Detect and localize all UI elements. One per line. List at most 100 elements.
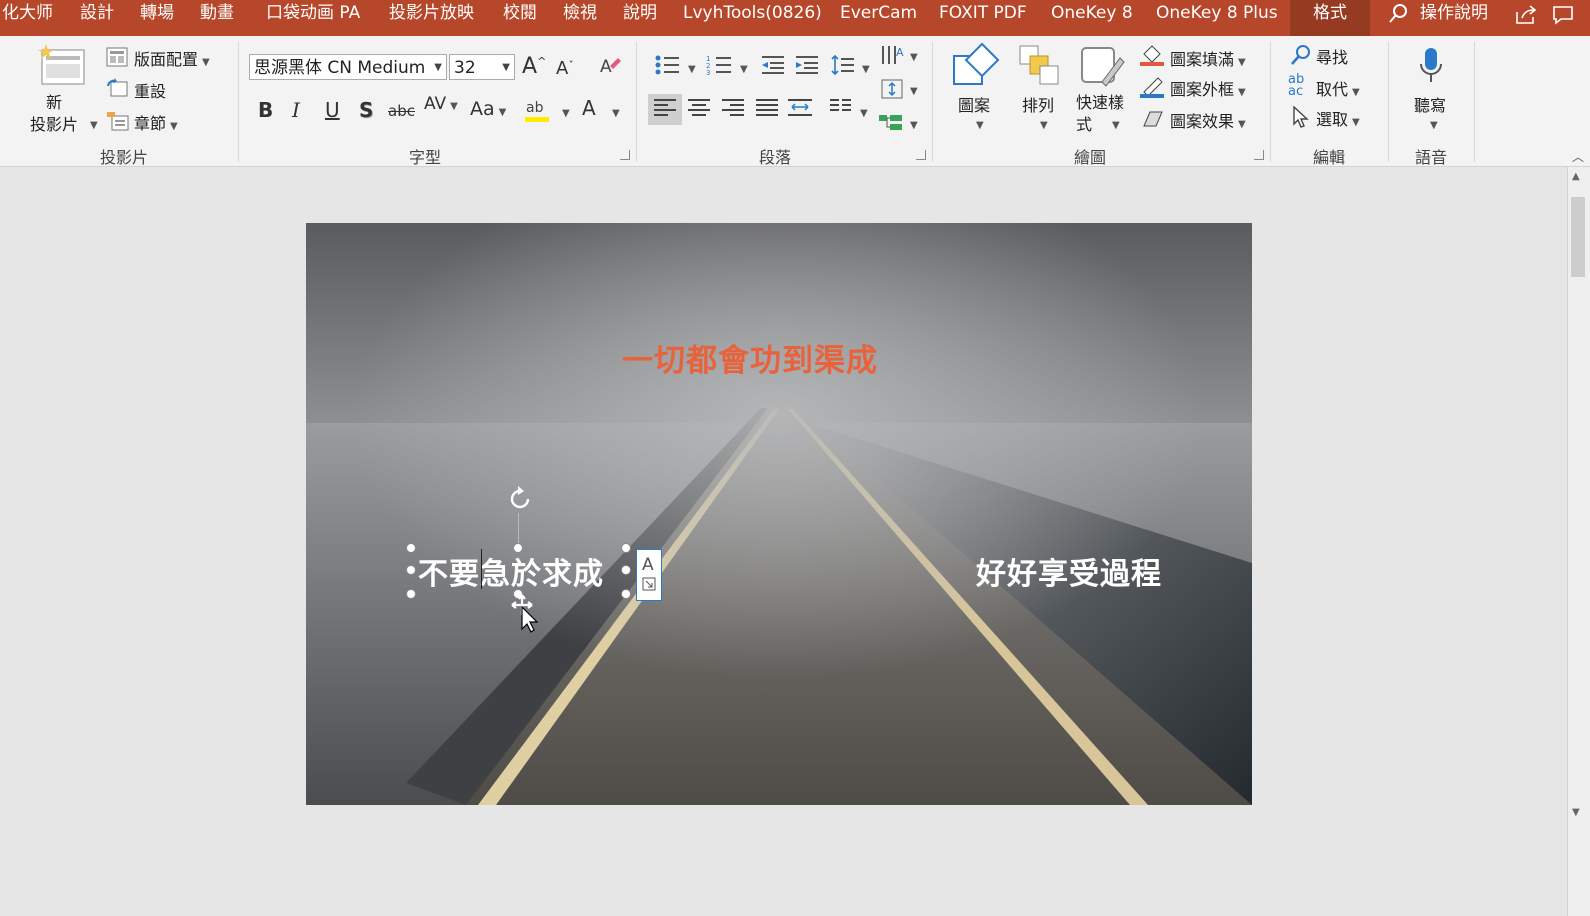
autofit-options-button[interactable]: A	[636, 549, 662, 601]
resize-handle[interactable]	[406, 543, 416, 553]
resize-handle[interactable]	[621, 543, 631, 553]
justify-icon[interactable]	[756, 98, 778, 121]
decrease-font-size-icon[interactable]: Aˇ	[556, 60, 574, 78]
increase-indent-icon[interactable]	[794, 54, 820, 79]
replace-button[interactable]: 取代 ▼	[1316, 76, 1360, 100]
shapes-button[interactable]: 圖案	[958, 92, 990, 116]
reset-icon	[106, 78, 128, 101]
new-slide-button[interactable]: 新 投影片	[30, 92, 78, 136]
highlight-icon[interactable]: ab	[524, 96, 554, 127]
shapes-icon[interactable]	[952, 42, 1000, 94]
chevron-down-icon[interactable]: ▼	[910, 120, 918, 131]
tab-slideshow[interactable]: 投影片放映	[389, 0, 474, 36]
resize-handle[interactable]	[621, 565, 631, 575]
tab-review[interactable]: 校閱	[503, 0, 537, 36]
font-name-combobox[interactable]: 思源黑体 CN Medium ▼	[249, 54, 447, 80]
chevron-down-icon[interactable]: ▼	[688, 64, 696, 75]
chevron-down-icon[interactable]: ▼	[862, 64, 870, 75]
section-button[interactable]: 章節 ▼	[134, 110, 178, 134]
layout-button[interactable]: 版面配置 ▼	[134, 46, 210, 70]
scroll-down-icon[interactable]: ▼	[1572, 807, 1580, 818]
line-spacing-icon[interactable]	[830, 54, 856, 79]
italic-icon[interactable]: I	[292, 100, 300, 120]
tab-onekey8[interactable]: OneKey 8	[1051, 0, 1133, 36]
change-case-icon[interactable]: Aa ▼	[470, 100, 506, 119]
drawing-dialog-launcher-icon[interactable]	[1254, 150, 1264, 160]
shape-fill-button[interactable]: 圖案填滿 ▼	[1170, 46, 1246, 70]
rotate-handle-icon[interactable]	[506, 485, 534, 513]
distributed-icon[interactable]	[788, 98, 812, 121]
reset-button[interactable]: 重設	[134, 78, 166, 102]
chevron-down-icon[interactable]: ▼	[910, 52, 918, 63]
font-color-icon[interactable]: A	[582, 98, 596, 118]
bold-icon[interactable]: B	[258, 100, 273, 120]
chevron-down-icon[interactable]: ▼	[910, 86, 918, 97]
tell-me-search[interactable]: 操作說明	[1420, 0, 1488, 36]
tab-design[interactable]: 設計	[80, 0, 114, 36]
tab-transitions[interactable]: 轉場	[140, 0, 174, 36]
shape-effects-button[interactable]: 圖案效果 ▼	[1170, 108, 1246, 132]
resize-handle[interactable]	[406, 565, 416, 575]
font-dialog-launcher-icon[interactable]	[620, 150, 630, 160]
chevron-down-icon[interactable]: ▼	[612, 108, 620, 119]
arrange-button[interactable]: 排列	[1022, 92, 1054, 116]
text-direction-icon[interactable]: A	[880, 44, 906, 69]
numbering-icon[interactable]: 123	[706, 54, 732, 79]
tab-foxit-pdf[interactable]: FOXIT PDF	[939, 0, 1027, 36]
tab-view[interactable]: 檢視	[563, 0, 597, 36]
columns-icon[interactable]	[830, 98, 852, 121]
underline-icon[interactable]: U	[325, 100, 340, 120]
scroll-up-icon[interactable]: ▲	[1572, 171, 1580, 182]
vertical-scrollbar[interactable]: ▲ ▼	[1567, 167, 1590, 916]
tab-huadashi[interactable]: 化大师	[2, 0, 53, 36]
tab-onekey8plus[interactable]: OneKey 8 Plus	[1156, 0, 1278, 36]
tab-pocket-animation[interactable]: 口袋动画 PA	[266, 0, 360, 36]
text-box-right[interactable]: 好好享受過程	[976, 549, 1162, 593]
dictate-button[interactable]: 聽寫	[1414, 92, 1446, 116]
collapse-ribbon-icon[interactable]: ︿	[1572, 148, 1584, 165]
scroll-thumb[interactable]	[1571, 197, 1585, 277]
resize-handle[interactable]	[513, 543, 523, 553]
increase-font-size-icon[interactable]: A^	[522, 56, 546, 78]
comments-icon[interactable]	[1552, 4, 1574, 30]
resize-handle[interactable]	[621, 589, 631, 599]
tab-animations[interactable]: 動畫	[200, 0, 234, 36]
paragraph-dialog-launcher-icon[interactable]	[916, 150, 926, 160]
tab-lvyhtools[interactable]: LvyhTools(0826)	[683, 0, 822, 36]
tab-help[interactable]: 說明	[623, 0, 657, 36]
chevron-down-icon[interactable]: ▼	[1040, 120, 1048, 131]
align-left-icon[interactable]	[648, 94, 682, 125]
microphone-icon[interactable]	[1418, 46, 1444, 90]
tab-evercam[interactable]: EverCam	[840, 0, 917, 36]
quick-styles-icon[interactable]	[1080, 44, 1126, 94]
share-icon[interactable]	[1514, 4, 1538, 30]
align-text-icon[interactable]	[880, 78, 906, 103]
tab-format[interactable]: 格式	[1290, 0, 1370, 36]
chevron-down-icon[interactable]: ▼	[562, 108, 570, 119]
chevron-down-icon[interactable]: ▼	[1112, 120, 1120, 131]
chevron-down-icon[interactable]: ▼	[860, 108, 868, 119]
search-icon[interactable]	[1388, 2, 1410, 28]
align-center-icon[interactable]	[688, 98, 710, 121]
shape-outline-button[interactable]: 圖案外框 ▼	[1170, 76, 1246, 100]
clear-formatting-icon[interactable]: A	[598, 54, 622, 81]
slide-title[interactable]: 一切都會功到渠成	[622, 335, 878, 380]
chevron-down-icon[interactable]: ▼	[90, 120, 98, 131]
slide[interactable]: 一切都會功到渠成 不要急於求成 好好享受過程 A	[306, 223, 1252, 805]
new-slide-icon[interactable]	[38, 42, 88, 92]
chevron-down-icon[interactable]: ▼	[1430, 120, 1438, 131]
bullets-icon[interactable]	[654, 54, 680, 79]
character-spacing-icon[interactable]: AV ▼	[424, 96, 458, 113]
chevron-down-icon[interactable]: ▼	[740, 64, 748, 75]
chevron-down-icon[interactable]: ▼	[976, 120, 984, 131]
smartart-icon[interactable]	[878, 112, 904, 137]
decrease-indent-icon[interactable]	[760, 54, 786, 79]
find-button[interactable]: 尋找	[1316, 44, 1348, 68]
select-button[interactable]: 選取 ▼	[1316, 106, 1360, 130]
resize-handle[interactable]	[406, 589, 416, 599]
arrange-icon[interactable]	[1018, 44, 1062, 92]
font-size-combobox[interactable]: 32 ▼	[449, 54, 515, 80]
text-shadow-icon[interactable]: S	[359, 100, 373, 120]
strikethrough-icon[interactable]: abc	[388, 104, 415, 119]
align-right-icon[interactable]	[722, 98, 744, 121]
